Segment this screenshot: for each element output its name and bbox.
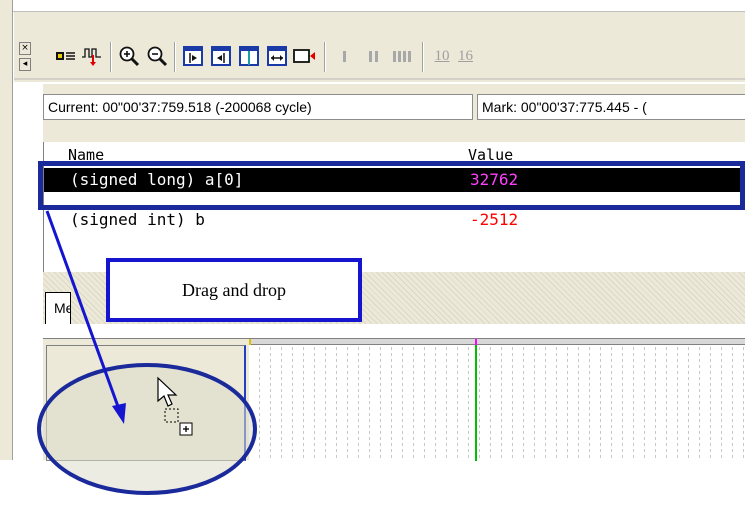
callout-text: Drag and drop xyxy=(182,279,286,300)
annotation-overlay xyxy=(37,210,257,495)
drag-and-drop-callout: Drag and drop xyxy=(106,258,362,322)
app-window: × ◂ 10 16 Current: 00"00'37:759.518 (-20… xyxy=(0,0,745,507)
drop-target-ellipse xyxy=(37,363,257,495)
selection-highlight-frame xyxy=(38,161,745,210)
